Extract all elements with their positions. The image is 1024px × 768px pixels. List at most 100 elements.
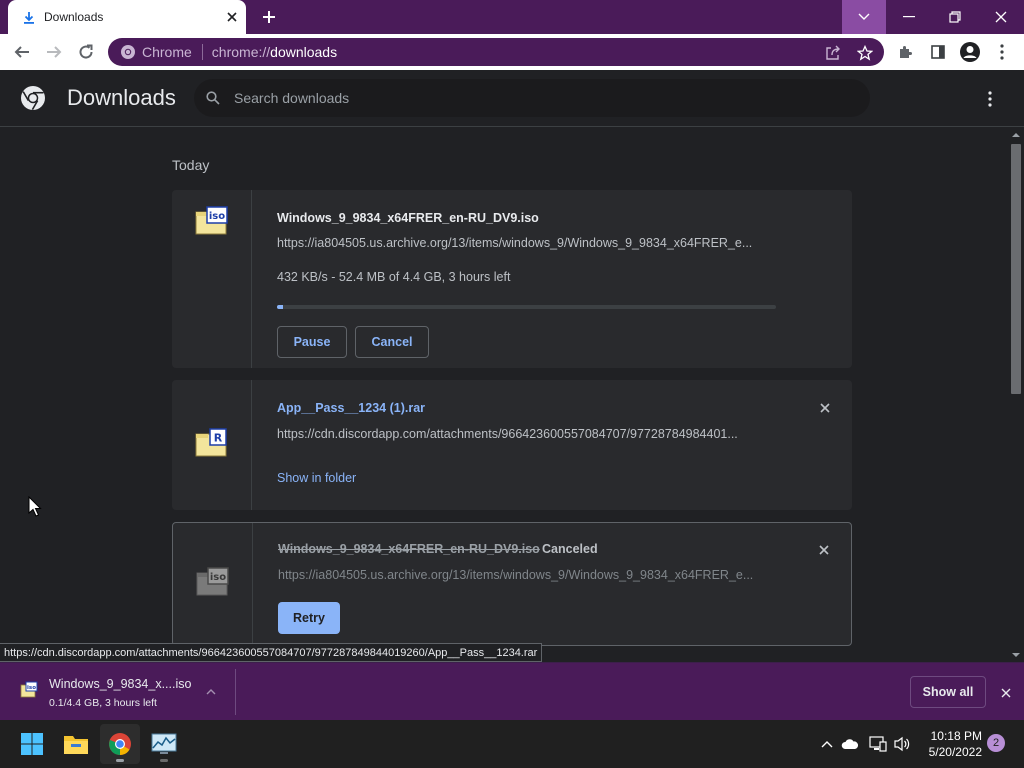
- pause-button[interactable]: Pause: [277, 326, 347, 358]
- svg-text:iso: iso: [27, 685, 36, 691]
- remove-item-button[interactable]: [816, 399, 834, 417]
- show-hidden-icons-button[interactable]: [817, 734, 837, 754]
- chrome-logo-icon: [109, 733, 131, 755]
- close-icon: [820, 403, 830, 413]
- iso-file-icon: iso: [20, 681, 38, 698]
- downloads-menu-button[interactable]: [978, 87, 1002, 111]
- avatar-icon: [960, 42, 980, 62]
- reload-icon: [79, 44, 93, 59]
- chevron-up-icon: [206, 689, 216, 695]
- onedrive-icon[interactable]: [840, 734, 860, 754]
- file-url[interactable]: https://ia804505.us.archive.org/13/items…: [278, 568, 773, 582]
- extensions-button[interactable]: [892, 38, 920, 66]
- tab-search-button[interactable]: [842, 0, 886, 34]
- puzzle-icon: [900, 46, 912, 58]
- retry-button[interactable]: Retry: [278, 602, 340, 634]
- page-title: Downloads: [67, 85, 176, 110]
- bookmark-star-icon[interactable]: [854, 42, 876, 64]
- window-controls: [842, 0, 1024, 34]
- scroll-down-arrow-icon[interactable]: [1008, 650, 1024, 660]
- folder-icon: [64, 736, 88, 754]
- clock-time: 10:18 PM: [930, 729, 982, 743]
- page-scrollbar[interactable]: [1008, 128, 1024, 662]
- shelf-download-item[interactable]: iso Windows_9_9834_x....iso 0.1/4.4 GB, …: [12, 669, 236, 715]
- file-url[interactable]: https://cdn.discordapp.com/attachments/9…: [277, 427, 772, 441]
- close-shelf-button[interactable]: [996, 683, 1016, 703]
- restore-icon: [949, 11, 961, 23]
- chevron-down-icon: [858, 13, 870, 20]
- system-clock[interactable]: 10:18 PM 5/20/2022: [920, 728, 982, 760]
- chrome-menu-button[interactable]: [988, 38, 1016, 66]
- active-app-indicator: [116, 759, 124, 762]
- canceled-status: Canceled: [542, 542, 598, 556]
- windows-taskbar: 10:18 PM 5/20/2022 2: [0, 720, 1024, 768]
- shelf-file-status: 0.1/4.4 GB, 3 hours left: [49, 697, 157, 709]
- arrow-left-icon: [14, 46, 29, 58]
- search-input[interactable]: [234, 90, 834, 106]
- arrow-right-icon: [47, 46, 62, 58]
- file-name[interactable]: Windows_9_9834_x64FRER_en-RU_DV9.iso: [278, 542, 540, 556]
- shelf-item-menu-button[interactable]: [204, 685, 218, 699]
- plus-icon: [263, 11, 275, 23]
- remove-item-button[interactable]: [815, 541, 833, 559]
- scroll-thumb[interactable]: [1011, 144, 1021, 394]
- iso-file-icon: iso: [196, 567, 229, 596]
- download-shelf: iso Windows_9_9834_x....iso 0.1/4.4 GB, …: [0, 662, 1024, 720]
- resource-monitor-icon: [151, 733, 177, 754]
- restore-button[interactable]: [932, 0, 978, 34]
- url-scheme: chrome://: [211, 44, 271, 60]
- chrome-logo-icon: [121, 45, 135, 59]
- close-tab-icon[interactable]: [220, 5, 244, 29]
- download-item: iso Windows_9_9834_x64FRER_en-RU_DV9.iso…: [172, 522, 852, 646]
- downloads-list: Today iso Windows_9_9834_x64FRER_en-RU_D…: [0, 128, 1008, 662]
- show-all-button[interactable]: Show all: [910, 676, 986, 708]
- new-tab-button[interactable]: [256, 5, 282, 29]
- chrome-chip[interactable]: Chrome: [108, 44, 192, 60]
- more-vertical-icon: [1000, 44, 1004, 60]
- download-item: R App__Pass__1234 (1).rar https://cdn.di…: [172, 380, 852, 510]
- windows-logo-icon: [21, 733, 43, 755]
- file-url[interactable]: https://ia804505.us.archive.org/13/items…: [277, 236, 772, 250]
- scroll-up-arrow-icon[interactable]: [1008, 130, 1024, 140]
- file-name[interactable]: Windows_9_9834_x64FRER_en-RU_DV9.iso: [277, 211, 539, 225]
- download-item: iso Windows_9_9834_x64FRER_en-RU_DV9.iso…: [172, 190, 852, 368]
- download-icon: [22, 10, 36, 24]
- side-panel-button[interactable]: [924, 38, 952, 66]
- forward-button[interactable]: [40, 38, 68, 66]
- monitor-app-taskbar-button[interactable]: [144, 724, 184, 764]
- search-box[interactable]: [194, 79, 870, 117]
- cancel-button[interactable]: Cancel: [355, 326, 429, 358]
- url-host: downloads: [270, 44, 338, 60]
- side-panel-icon: [931, 45, 945, 59]
- tab-title: Downloads: [44, 10, 104, 24]
- search-icon: [206, 91, 220, 105]
- tab-downloads[interactable]: Downloads: [8, 0, 246, 34]
- start-button[interactable]: [12, 724, 52, 764]
- share-icon[interactable]: [822, 42, 844, 64]
- file-explorer-taskbar-button[interactable]: [56, 724, 96, 764]
- network-icon[interactable]: [868, 734, 888, 754]
- more-vertical-icon: [988, 91, 992, 107]
- reload-button[interactable]: [72, 38, 100, 66]
- download-status: 432 KB/s - 52.4 MB of 4.4 GB, 3 hours le…: [277, 270, 511, 284]
- close-window-button[interactable]: [978, 0, 1024, 34]
- address-bar[interactable]: Chrome chrome://downloads: [108, 38, 884, 66]
- link-status-bubble: https://cdn.discordapp.com/attachments/9…: [0, 643, 543, 662]
- show-in-folder-link[interactable]: Show in folder: [277, 471, 356, 485]
- close-icon: [819, 545, 829, 555]
- notification-badge[interactable]: 2: [987, 734, 1005, 752]
- close-icon: [995, 11, 1007, 23]
- minimize-icon: [903, 16, 915, 18]
- close-icon: [1001, 688, 1011, 698]
- chrome-taskbar-button[interactable]: [100, 724, 140, 764]
- back-button[interactable]: [8, 38, 36, 66]
- minimize-button[interactable]: [886, 0, 932, 34]
- file-name-link[interactable]: App__Pass__1234 (1).rar: [277, 401, 425, 415]
- iso-file-icon: iso: [195, 206, 228, 235]
- profile-button[interactable]: [956, 38, 984, 66]
- progress-fill: [277, 305, 283, 309]
- rar-file-icon: R: [195, 428, 227, 457]
- clock-date: 5/20/2022: [928, 745, 982, 759]
- chrome-chip-label: Chrome: [142, 44, 192, 60]
- volume-icon[interactable]: [892, 734, 912, 754]
